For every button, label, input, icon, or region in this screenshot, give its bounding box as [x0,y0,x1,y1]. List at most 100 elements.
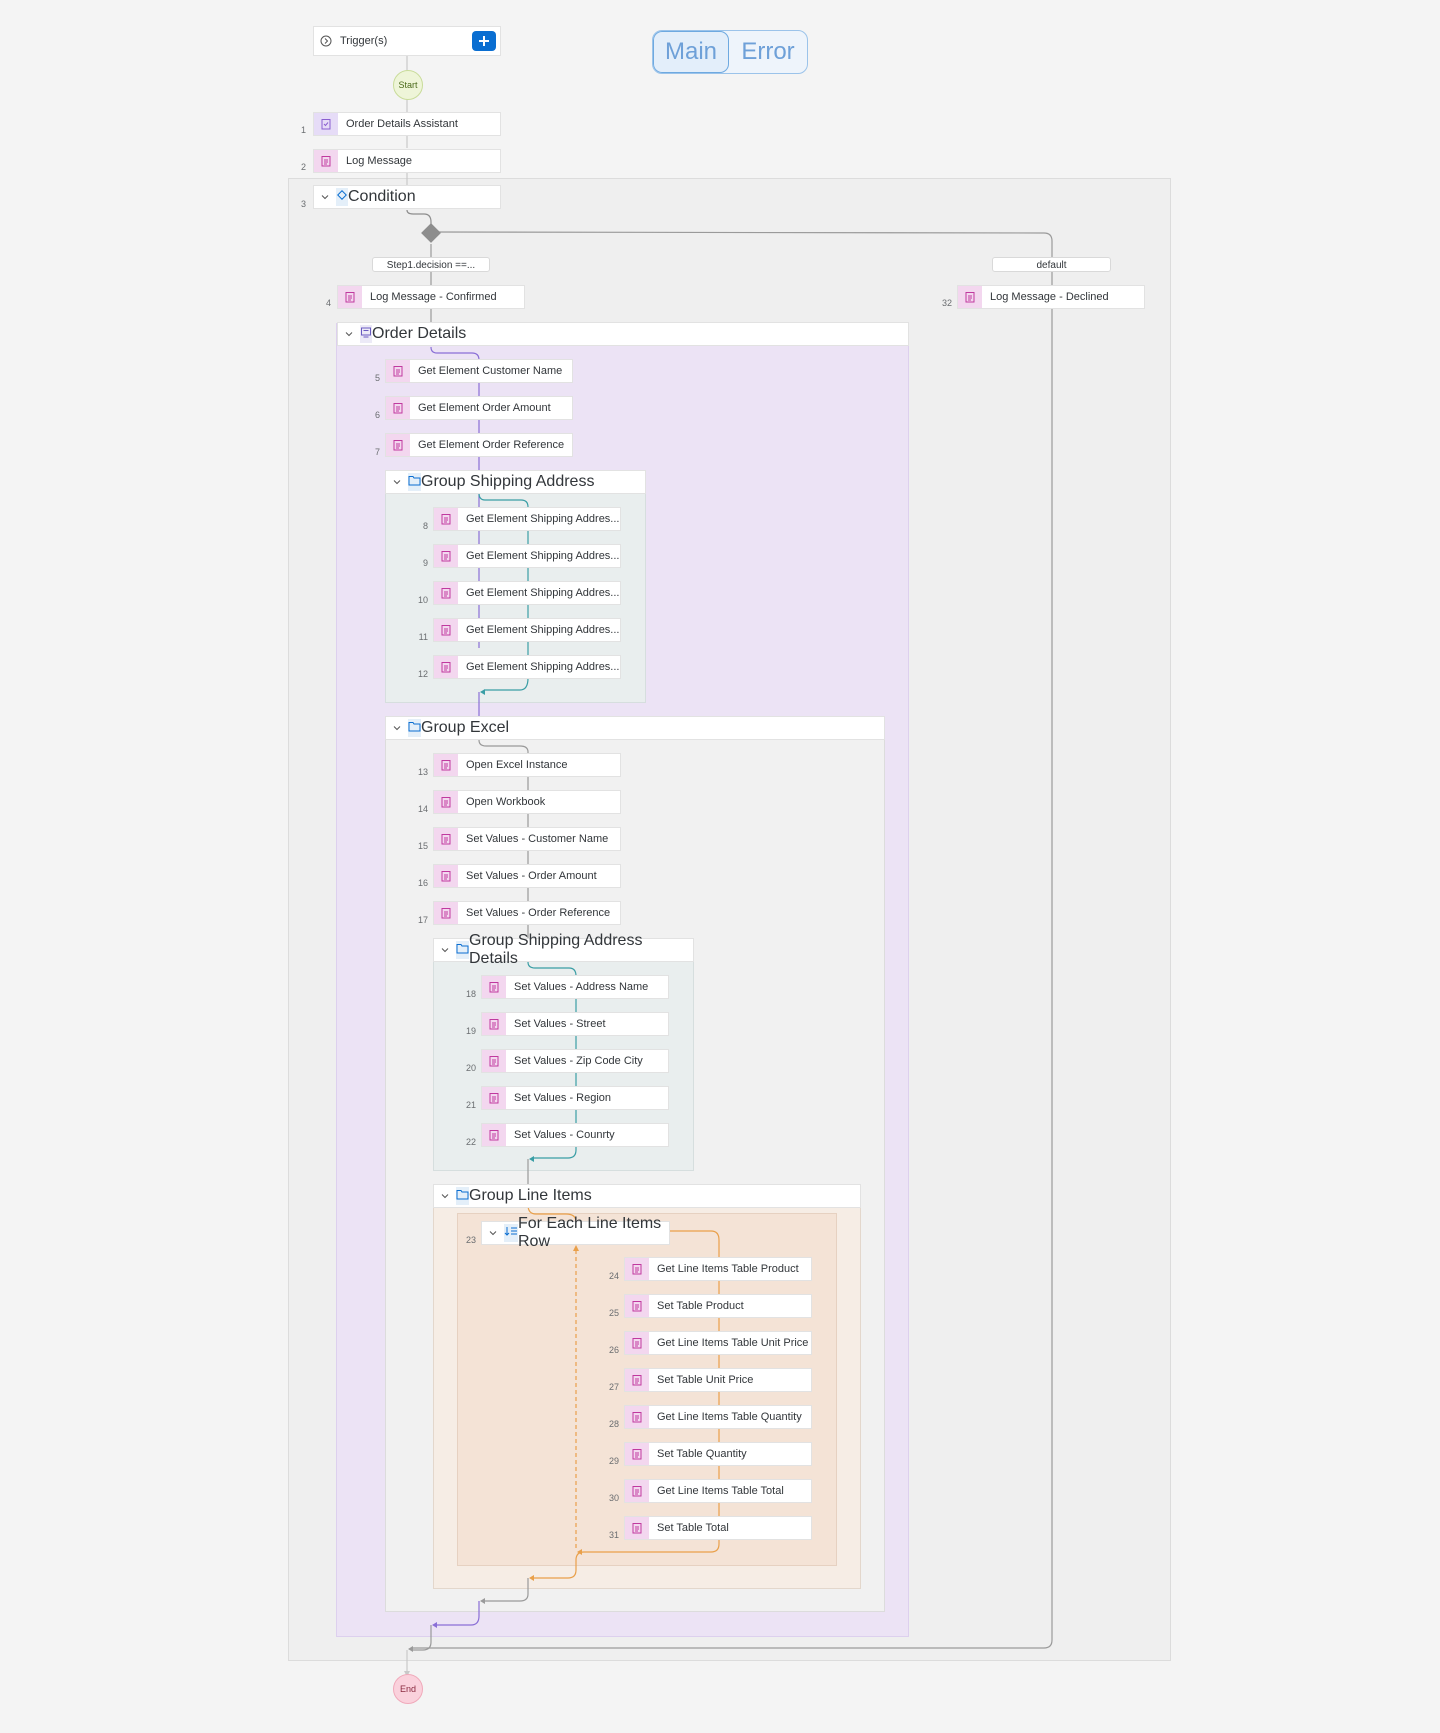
step-number: 14 [417,804,428,814]
group-shipping-address[interactable]: Group Shipping Address [385,470,646,494]
chevron-down-icon[interactable] [386,471,408,493]
step-number: 17 [417,915,428,925]
clipboard-icon [482,1087,506,1109]
chevron-down-icon[interactable] [314,186,336,208]
tab-main[interactable]: Main [653,31,729,73]
step-get-element-shipping[interactable]: Get Element Shipping Addres... [433,544,621,568]
step-label: Group Shipping Address Details [469,932,643,967]
step-line-item[interactable]: Get Line Items Table Total [624,1479,812,1503]
step-set-values[interactable]: Set Values - Region [481,1086,669,1110]
step-label: Set Table Unit Price [657,1374,754,1386]
loop-for-each-line-items-row[interactable]: For Each Line Items Row [481,1215,670,1250]
step-get-element-shipping[interactable]: Get Element Shipping Addres... [433,618,621,642]
folder-icon [456,1187,469,1205]
chevron-down-icon[interactable] [338,323,360,345]
clipboard-icon [958,286,982,308]
step-number: 10 [417,595,428,605]
clipboard-icon [434,582,458,604]
chevron-down-icon[interactable] [434,1185,456,1207]
step-get-element-shipping[interactable]: Get Element Shipping Addres... [433,655,621,679]
step-number: 7 [374,447,380,457]
step-number: 29 [608,1456,619,1466]
folder-icon [408,719,421,737]
step-number: 32 [941,298,952,308]
step-line-item[interactable]: Set Table Unit Price [624,1368,812,1392]
step-line-item[interactable]: Get Line Items Table Unit Price [624,1331,812,1355]
branch-label-condition[interactable]: Step1.decision ==... [372,257,490,272]
step-number: 27 [608,1382,619,1392]
step-label: Get Element Order Reference [418,439,565,451]
step-set-values[interactable]: Set Values - Street [481,1012,669,1036]
plus-icon [479,36,489,46]
trigger-icon [314,30,338,52]
step-log-message-declined[interactable]: Log Message - Declined [957,285,1145,309]
step-set-values[interactable]: Set Values - Counrty [481,1123,669,1147]
step-number: 6 [374,410,380,420]
tab-error[interactable]: Error [729,31,807,73]
condition-diamond-icon [336,188,348,206]
step-label: Set Values - Customer Name [466,833,609,845]
step-label: Get Line Items Table Total [657,1485,784,1497]
clipboard-icon [434,619,458,641]
group-shipping-address-details[interactable]: Group Shipping Address Details [433,932,694,967]
clipboard-icon [314,150,338,172]
step-label: Order Details Assistant [346,118,458,130]
step-line-item[interactable]: Get Line Items Table Quantity [624,1405,812,1429]
clipboard-icon [434,754,458,776]
step-order-details-assistant[interactable]: Order Details Assistant [313,112,501,136]
step-line-item[interactable]: Set Table Total [624,1516,812,1540]
step-line-item[interactable]: Set Table Product [624,1294,812,1318]
step-get-element[interactable]: Get Element Order Reference [385,433,573,457]
step-line-item[interactable]: Set Table Quantity [624,1442,812,1466]
step-log-message[interactable]: Log Message [313,149,501,173]
step-label: Log Message - Confirmed [370,291,497,303]
step-number: 28 [608,1419,619,1429]
clipboard-icon [434,656,458,678]
clipboard-icon [625,1332,649,1354]
clipboard-icon [386,434,410,456]
step-get-element[interactable]: Get Element Customer Name [385,359,573,383]
step-log-message-confirmed[interactable]: Log Message - Confirmed [337,285,525,309]
chevron-down-icon[interactable] [386,717,408,739]
step-label: For Each Line Items Row [518,1215,662,1250]
step-condition[interactable]: Condition [313,185,501,209]
add-trigger-button[interactable] [472,31,496,51]
step-get-element-shipping[interactable]: Get Element Shipping Addres... [433,581,621,605]
branch-label-default[interactable]: default [992,257,1111,272]
group-order-details[interactable]: Order Details [337,322,909,346]
step-set-values[interactable]: Set Values - Address Name [481,975,669,999]
step-number: 15 [417,841,428,851]
clipboard-icon [434,828,458,850]
clipboard-icon [625,1369,649,1391]
step-number: 13 [417,767,428,777]
step-label: Set Values - Zip Code City [514,1055,643,1067]
step-number: 31 [608,1530,619,1540]
step-excel[interactable]: Set Values - Order Amount [433,864,621,888]
step-number: 26 [608,1345,619,1355]
step-label: Condition [348,188,416,205]
clipboard-icon [434,508,458,530]
chevron-down-icon[interactable] [434,939,456,961]
clipboard-icon [434,902,458,924]
step-label: Set Values - Counrty [514,1129,615,1141]
step-get-element-shipping[interactable]: Get Element Shipping Addres... [433,507,621,531]
step-line-item[interactable]: Get Line Items Table Product [624,1257,812,1281]
step-label: Set Values - Street [514,1018,606,1030]
step-set-values[interactable]: Set Values - Zip Code City [481,1049,669,1073]
step-excel[interactable]: Set Values - Customer Name [433,827,621,851]
step-label: Log Message [346,155,413,167]
clipboard-icon [386,397,410,419]
clipboard-icon [482,976,506,998]
step-number: 3 [300,199,306,209]
step-get-element[interactable]: Get Element Order Amount [385,396,573,420]
chevron-down-icon[interactable] [482,1222,504,1244]
triggers-panel[interactable]: Trigger(s) [313,26,501,56]
step-number: 9 [422,558,428,568]
step-number: 20 [465,1063,476,1073]
step-excel[interactable]: Open Workbook [433,790,621,814]
step-excel[interactable]: Set Values - Order Reference [433,901,621,925]
step-excel[interactable]: Open Excel Instance [433,753,621,777]
group-line-items[interactable]: Group Line Items [433,1184,861,1208]
step-number: 4 [325,298,331,308]
group-excel[interactable]: Group Excel [385,716,885,740]
